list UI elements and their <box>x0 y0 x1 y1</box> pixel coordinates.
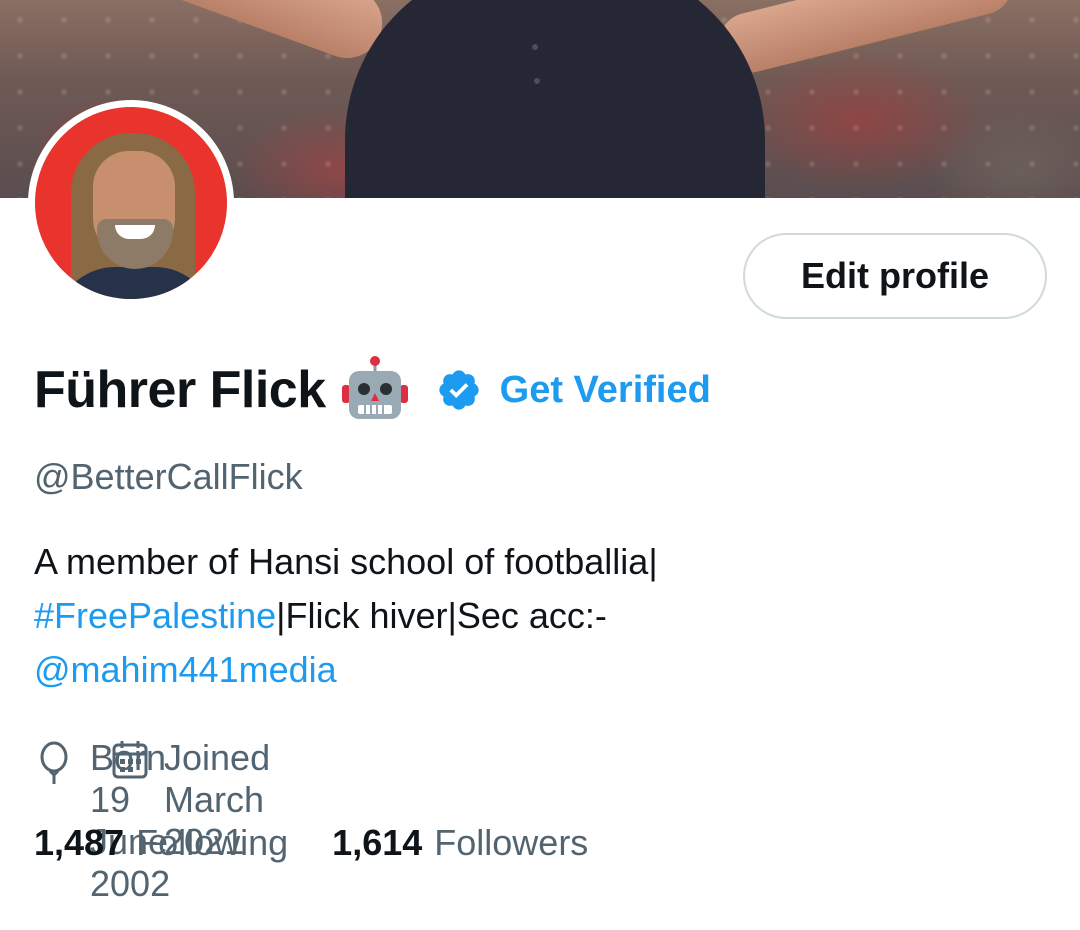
avatar-image <box>35 107 227 299</box>
followers-count: 1,614 <box>332 822 423 863</box>
robot-icon <box>340 355 410 425</box>
following-link[interactable]: 1,487 Following <box>34 822 288 864</box>
followers-label: Followers <box>434 822 589 863</box>
balloon-icon <box>34 741 74 785</box>
shirt-button <box>534 78 540 84</box>
shirt-button <box>532 44 538 50</box>
bio-text: |Flick hiver|Sec acc:- <box>276 595 607 636</box>
username-handle: @BetterCallFlick <box>34 456 303 497</box>
follow-stats: 1,487 Following 1,614 Followers <box>34 822 588 872</box>
hashtag-link[interactable]: #FreePalestine <box>34 595 276 636</box>
display-name: Führer Flick <box>34 361 326 419</box>
avatar[interactable] <box>28 100 234 306</box>
get-verified-link[interactable]: Get Verified <box>500 369 711 412</box>
profile-page: Edit profile Führer Flick Get Verified @… <box>0 0 1080 930</box>
bio-text: A member of Hansi school of footballia| <box>34 541 658 582</box>
name-row: Führer Flick Get Verified <box>34 352 711 428</box>
calendar-icon <box>110 739 150 781</box>
banner-person-shirt <box>345 0 765 198</box>
following-count: 1,487 <box>34 822 125 863</box>
mention-link[interactable]: @mahim441media <box>34 649 337 690</box>
followers-link[interactable]: 1,614 Followers <box>332 822 588 864</box>
profile-bio: A member of Hansi school of footballia| … <box>34 535 1034 697</box>
verified-badge-icon[interactable] <box>436 367 482 413</box>
following-label: Following <box>136 822 289 863</box>
edit-profile-button[interactable]: Edit profile <box>743 233 1047 319</box>
